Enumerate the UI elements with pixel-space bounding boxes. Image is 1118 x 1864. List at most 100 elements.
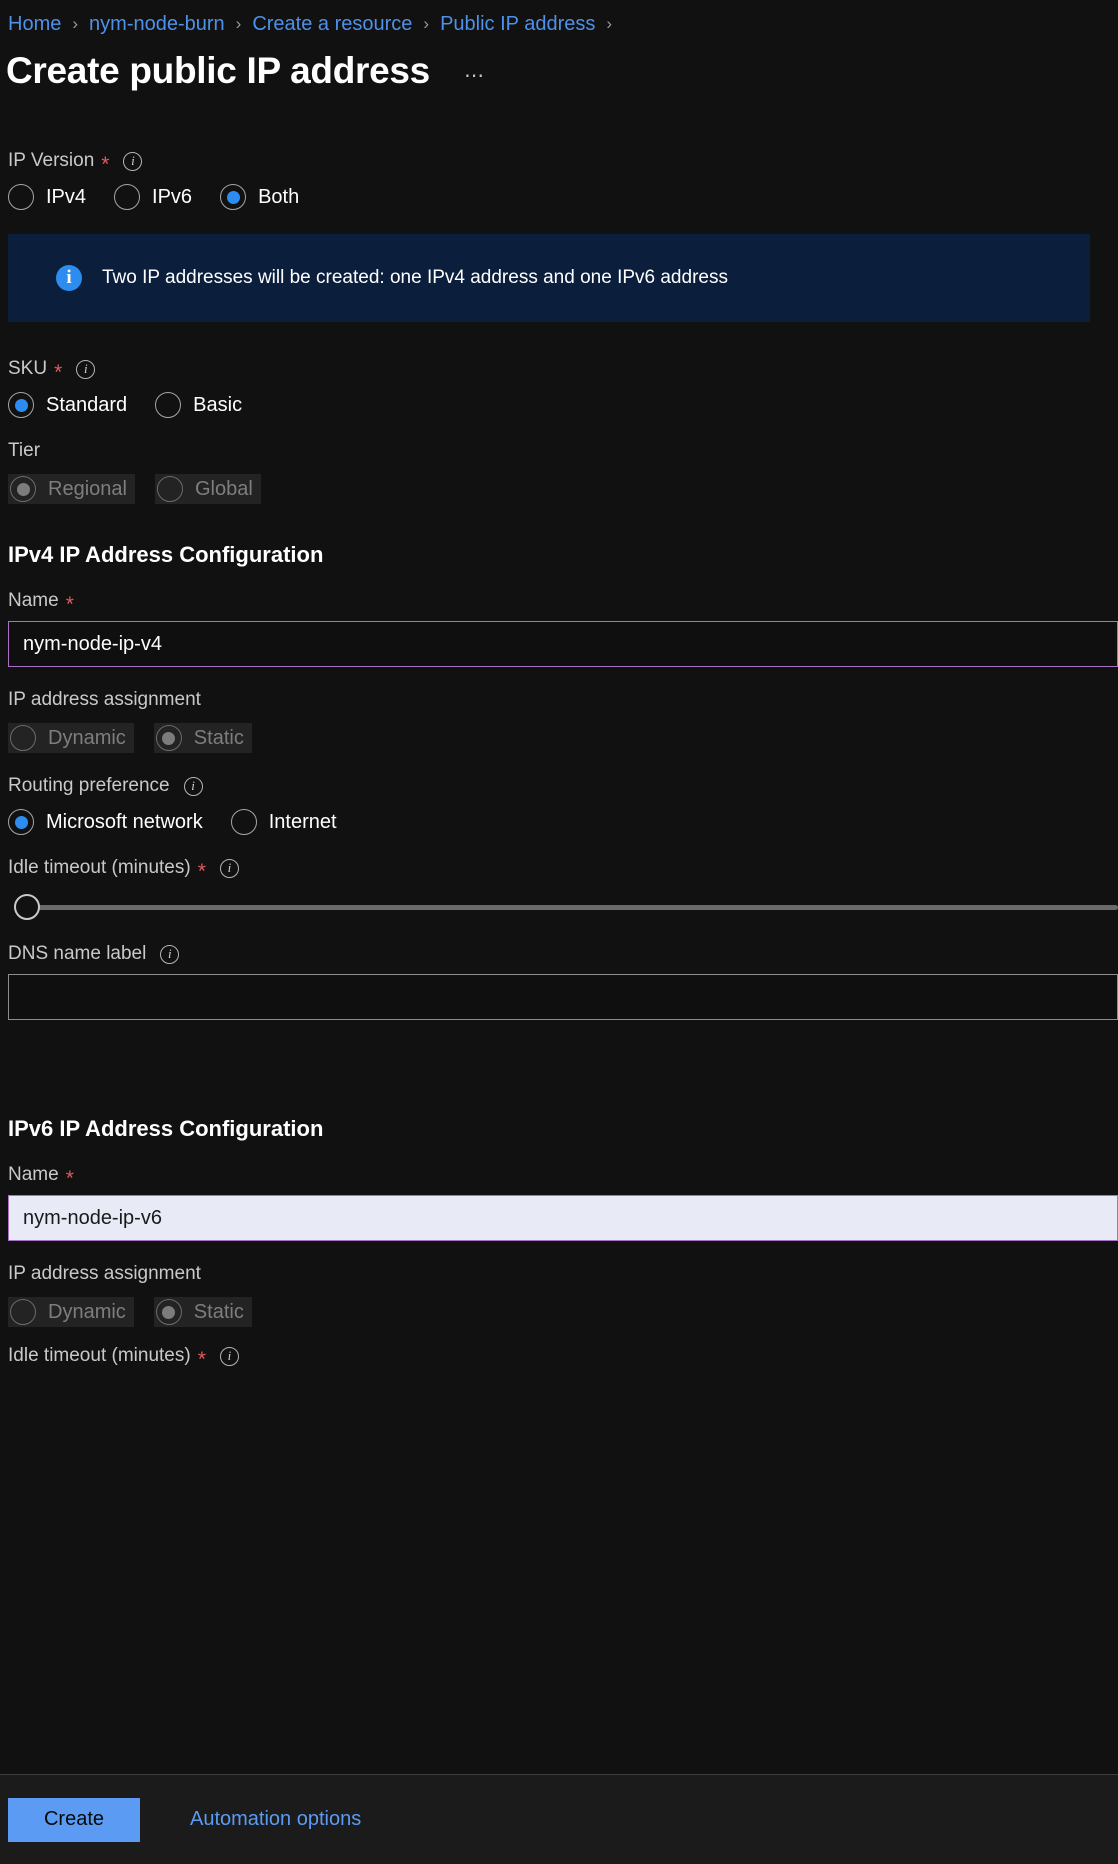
ipv6-idle-timeout-label-text: Idle timeout (minutes) xyxy=(8,1345,191,1366)
radio-option-static: Static xyxy=(153,723,252,753)
ipv4-section-heading: IPv4 IP Address Configuration xyxy=(8,542,324,567)
radio-label: Static xyxy=(193,1300,244,1323)
radio-circle-disabled-icon xyxy=(10,1299,36,1325)
radio-label: Basic xyxy=(193,393,243,416)
ipv6-section-heading: IPv6 IP Address Configuration xyxy=(8,1116,324,1141)
ipv4-idle-timeout-label-text: Idle timeout (minutes) xyxy=(8,857,191,878)
radio-label: Static xyxy=(193,726,244,749)
info-icon[interactable]: i xyxy=(219,1346,239,1366)
ipv6-name-label-text: Name xyxy=(8,1164,59,1185)
title-row: Create public IP address ⋯ xyxy=(0,36,1118,92)
info-icon[interactable]: i xyxy=(160,944,180,964)
radio-label: IPv4 xyxy=(46,185,87,208)
slider-track xyxy=(25,904,1118,910)
ipv6-assignment-radio-group: Dynamic Static xyxy=(8,1297,1118,1327)
radio-option-ipv6[interactable]: IPv6 xyxy=(114,184,192,210)
info-circle-icon: i xyxy=(56,265,82,291)
radio-label: Regional xyxy=(48,477,127,500)
ipv4-name-input[interactable] xyxy=(8,621,1118,667)
ipv4-name-label-text: Name xyxy=(8,590,59,611)
breadcrumb-separator-icon: › xyxy=(235,13,242,33)
ip-version-label-text: IP Version xyxy=(8,150,95,171)
ipv6-idle-timeout-label: Idle timeout (minutes) * i xyxy=(8,1345,1118,1370)
radio-label: Global xyxy=(194,477,253,500)
radio-option-standard[interactable]: Standard xyxy=(8,392,127,418)
tier-label-text: Tier xyxy=(8,440,41,461)
required-indicator: * xyxy=(101,152,110,176)
info-icon[interactable]: i xyxy=(219,858,239,878)
radio-option-microsoft-network[interactable]: Microsoft network xyxy=(8,809,203,835)
dns-name-label-input[interactable] xyxy=(8,974,1118,1020)
required-indicator: * xyxy=(65,592,74,616)
ip-version-radio-group: IPv4 IPv6 Both xyxy=(8,184,1118,210)
info-icon[interactable]: i xyxy=(76,359,96,379)
ipv4-idle-timeout-slider[interactable] xyxy=(8,893,1118,921)
radio-circle-selected-disabled-icon xyxy=(155,1299,182,1325)
sku-label: SKU * i xyxy=(8,358,1118,384)
radio-option-global: Global xyxy=(154,474,261,504)
radio-circle-selected-disabled-icon xyxy=(155,725,182,751)
radio-label: Dynamic xyxy=(48,1300,126,1323)
info-banner: i Two IP addresses will be created: one … xyxy=(8,234,1090,322)
tier-radio-group: Regional Global xyxy=(8,474,1118,504)
info-banner-text: Two IP addresses will be created: one IP… xyxy=(102,267,728,288)
dns-name-label-label: DNS name label i xyxy=(8,943,1118,965)
ipv4-assignment-label: IP address assignment xyxy=(8,689,1118,711)
bottom-action-bar: Create Automation options xyxy=(0,1774,1118,1864)
slider-thumb[interactable] xyxy=(14,894,40,920)
breadcrumb-separator-icon: › xyxy=(72,13,79,33)
radio-option-regional: Regional xyxy=(8,474,135,504)
automation-options-link[interactable]: Automation options xyxy=(190,1808,361,1831)
ipv6-assignment-label: IP address assignment xyxy=(8,1263,1118,1285)
page-content: Home › nym-node-burn › Create a resource… xyxy=(0,0,1118,1864)
required-indicator: * xyxy=(65,1166,74,1190)
sku-label-text: SKU xyxy=(8,358,48,379)
breadcrumb-separator-icon: › xyxy=(606,13,613,33)
ipv4-idle-timeout-label: Idle timeout (minutes) * i xyxy=(8,857,1118,882)
sku-radio-group: Standard Basic xyxy=(8,392,1118,418)
ipv6-name-input[interactable] xyxy=(8,1195,1118,1241)
radio-circle-selected-icon xyxy=(220,184,247,210)
radio-circle-icon xyxy=(8,184,34,210)
radio-label: Microsoft network xyxy=(46,810,203,833)
radio-label: Internet xyxy=(268,810,337,833)
breadcrumb: Home › nym-node-burn › Create a resource… xyxy=(0,0,1118,36)
radio-option-basic[interactable]: Basic xyxy=(155,392,242,418)
ipv4-assignment-label-text: IP address assignment xyxy=(8,689,201,710)
info-icon[interactable]: i xyxy=(123,151,143,171)
ipv4-name-label: Name * xyxy=(8,590,1118,616)
ipv6-assignment-label-text: IP address assignment xyxy=(8,1263,201,1284)
radio-circle-icon xyxy=(114,184,141,210)
create-button[interactable]: Create xyxy=(8,1797,140,1842)
radio-circle-selected-disabled-icon xyxy=(10,476,36,502)
ipv4-assignment-radio-group: Dynamic Static xyxy=(8,723,1118,753)
radio-circle-icon xyxy=(230,809,257,835)
radio-label: Both xyxy=(258,185,300,208)
dns-name-label-text: DNS name label xyxy=(8,943,147,964)
create-public-ip-form: IP Version * i IPv4 IPv6 Both i Two IP a… xyxy=(0,92,1118,1370)
radio-option-dynamic: Dynamic xyxy=(8,723,134,753)
radio-option-both[interactable]: Both xyxy=(220,184,299,210)
tier-label: Tier xyxy=(8,440,1118,462)
routing-preference-label-text: Routing preference xyxy=(8,775,170,796)
info-icon[interactable]: i xyxy=(183,776,203,796)
radio-label: IPv6 xyxy=(152,185,193,208)
routing-preference-radio-group: Microsoft network Internet xyxy=(8,809,1118,835)
breadcrumb-item-home[interactable]: Home xyxy=(8,12,61,36)
breadcrumb-separator-icon: › xyxy=(423,13,430,33)
radio-circle-disabled-icon xyxy=(156,476,183,502)
radio-option-ipv4[interactable]: IPv4 xyxy=(8,184,86,210)
radio-label: Standard xyxy=(46,393,128,416)
radio-circle-selected-icon xyxy=(8,809,34,835)
radio-option-dynamic: Dynamic xyxy=(8,1297,134,1327)
routing-preference-label: Routing preference i xyxy=(8,775,1118,797)
breadcrumb-item-create-a-resource[interactable]: Create a resource xyxy=(252,12,412,36)
page-title: Create public IP address xyxy=(6,50,430,91)
radio-option-static: Static xyxy=(153,1297,252,1327)
breadcrumb-item-public-ip-address[interactable]: Public IP address xyxy=(440,12,595,36)
radio-option-internet[interactable]: Internet xyxy=(230,809,337,835)
required-indicator: * xyxy=(54,360,63,384)
breadcrumb-item-nym-node-burn[interactable]: nym-node-burn xyxy=(89,12,225,36)
radio-circle-disabled-icon xyxy=(10,725,36,751)
more-options-icon[interactable]: ⋯ xyxy=(458,61,492,90)
